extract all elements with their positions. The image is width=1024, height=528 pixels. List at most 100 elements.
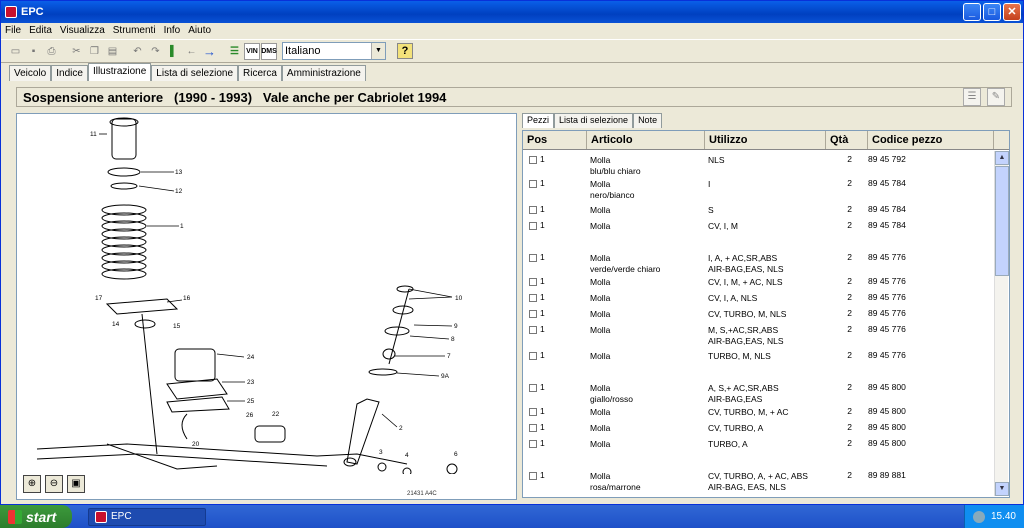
callout-25[interactable]: 25 bbox=[247, 398, 255, 405]
table-row[interactable]: 1 Molla rosa/marrone CV, TURBO, A, + AC, AB… bbox=[523, 469, 994, 492]
col-pos[interactable]: Pos bbox=[523, 131, 587, 149]
marker-icon[interactable]: ▌ bbox=[165, 43, 182, 60]
row-checkbox[interactable] bbox=[529, 294, 537, 302]
scroll-thumb[interactable] bbox=[995, 166, 1009, 276]
paste-icon[interactable]: ▤ bbox=[104, 43, 121, 60]
fit-page-icon[interactable]: ▣ bbox=[67, 475, 85, 493]
callout-17[interactable]: 17 bbox=[95, 295, 103, 302]
edit-note-icon[interactable]: ✎ bbox=[987, 88, 1005, 106]
chevron-down-icon[interactable]: ▼ bbox=[371, 43, 385, 59]
tab-amministrazione[interactable]: Amministrazione bbox=[281, 65, 366, 81]
row-checkbox[interactable] bbox=[529, 424, 537, 432]
callout-14[interactable]: 14 bbox=[112, 321, 120, 328]
menu-info[interactable]: Info bbox=[164, 25, 181, 36]
undo-icon[interactable]: ↶ bbox=[129, 43, 146, 60]
taskbar-item-epc[interactable]: EPC bbox=[88, 507, 206, 526]
menu-aiuto[interactable]: Aiuto bbox=[188, 25, 211, 36]
row-checkbox[interactable] bbox=[529, 180, 537, 188]
zoom-in-icon[interactable]: ⊕ bbox=[23, 475, 41, 493]
callout-26[interactable]: 26 bbox=[246, 412, 254, 419]
col-qta[interactable]: Qtà bbox=[826, 131, 868, 149]
callout-12[interactable]: 12 bbox=[175, 188, 183, 195]
menu-visualizza[interactable]: Visualizza bbox=[60, 25, 105, 36]
tab-indice[interactable]: Indice bbox=[51, 65, 88, 81]
callout-24[interactable]: 24 bbox=[247, 354, 255, 361]
tab-pezzi[interactable]: Pezzi bbox=[522, 113, 555, 128]
forward-arrow-icon[interactable]: → bbox=[201, 43, 218, 60]
table-row[interactable]: 1 Molla TURBO, M, NLS 2 89 45 776 bbox=[523, 349, 994, 362]
list-add-icon[interactable]: ☰ bbox=[963, 88, 981, 106]
callout-16[interactable]: 16 bbox=[183, 295, 191, 302]
table-row[interactable]: 1 Molla nero/bianco I 2 89 45 784 bbox=[523, 177, 994, 200]
cut-icon[interactable]: ✂ bbox=[68, 43, 85, 60]
open-icon[interactable]: ▭ bbox=[7, 43, 24, 60]
print-icon[interactable]: ⎙ bbox=[43, 43, 60, 60]
table-row[interactable]: 1 Molla verde/verde chiaro I, A, + AC,SR,AB… bbox=[523, 251, 994, 274]
tab-lista-selezione[interactable]: Lista di selezione bbox=[554, 113, 634, 128]
table-row[interactable]: 1 Molla M, S,+AC,SR,ABS AIR-BAG,EAS, NLS 2 89… bbox=[523, 323, 994, 346]
callout-10[interactable]: 10 bbox=[455, 295, 463, 302]
start-button[interactable]: start bbox=[0, 505, 72, 528]
row-checkbox[interactable] bbox=[529, 326, 537, 334]
help-button[interactable]: ? bbox=[397, 43, 413, 59]
table-row[interactable]: 1 Molla CV, I, M 2 89 45 784 bbox=[523, 219, 994, 232]
redo-icon[interactable]: ↷ bbox=[147, 43, 164, 60]
table-row[interactable]: 1 Molla giallo/rosso A, S,+ AC,SR,ABS AIR-BA… bbox=[523, 381, 994, 404]
callout-9a[interactable]: 9A bbox=[441, 373, 450, 380]
tab-lista-di-selezione[interactable]: Lista di selezione bbox=[151, 65, 239, 81]
row-checkbox[interactable] bbox=[529, 408, 537, 416]
callout-4[interactable]: 4 bbox=[405, 452, 409, 459]
callout-1[interactable]: 1 bbox=[180, 223, 184, 230]
dms-button[interactable]: DMS bbox=[261, 42, 277, 60]
table-row[interactable]: 1 Molla S 2 89 45 784 bbox=[523, 203, 994, 216]
vertical-scrollbar[interactable]: ▲ ▼ bbox=[994, 151, 1009, 496]
callout-13[interactable]: 13 bbox=[175, 169, 183, 176]
title-bar[interactable]: EPC _ □ ✕ bbox=[1, 1, 1023, 23]
callout-20[interactable]: 20 bbox=[192, 441, 200, 448]
scroll-down-icon[interactable]: ▼ bbox=[995, 482, 1009, 496]
callout-2[interactable]: 2 bbox=[399, 425, 403, 432]
callout-7[interactable]: 7 bbox=[447, 353, 451, 360]
table-row[interactable]: 1 Molla blu/blu chiaro NLS 2 89 45 792 bbox=[523, 153, 994, 176]
back-arrow-icon[interactable]: ← bbox=[183, 43, 200, 60]
table-row[interactable]: 1 Molla CV, I, A, NLS 2 89 45 776 bbox=[523, 291, 994, 304]
table-row[interactable]: 1 Molla CV, I, M, + AC, NLS 2 89 45 776 bbox=[523, 275, 994, 288]
table-row[interactable]: 1 Molla CV, TURBO, M, NLS 2 89 45 776 bbox=[523, 307, 994, 320]
tab-note[interactable]: Note bbox=[633, 113, 663, 128]
save-icon[interactable]: ▪ bbox=[25, 43, 42, 60]
language-select[interactable]: Italiano ▼ bbox=[282, 42, 386, 60]
row-checkbox[interactable] bbox=[529, 440, 537, 448]
row-checkbox[interactable] bbox=[529, 384, 537, 392]
maximize-button[interactable]: □ bbox=[983, 3, 1001, 21]
row-checkbox[interactable] bbox=[529, 352, 537, 360]
tab-illustrazione[interactable]: Illustrazione bbox=[87, 63, 152, 81]
scroll-up-icon[interactable]: ▲ bbox=[995, 151, 1009, 165]
row-checkbox[interactable] bbox=[529, 310, 537, 318]
callout-15[interactable]: 15 bbox=[173, 323, 181, 330]
tab-veicolo[interactable]: Veicolo bbox=[9, 65, 52, 81]
zoom-out-icon[interactable]: ⊖ bbox=[45, 475, 63, 493]
row-checkbox[interactable] bbox=[529, 222, 537, 230]
row-checkbox[interactable] bbox=[529, 278, 537, 286]
minimize-button[interactable]: _ bbox=[963, 3, 981, 21]
list-icon[interactable]: ☰ bbox=[226, 43, 243, 60]
callout-9[interactable]: 9 bbox=[454, 323, 458, 330]
row-checkbox[interactable] bbox=[529, 472, 537, 480]
tab-ricerca[interactable]: Ricerca bbox=[238, 65, 282, 81]
menu-strumenti[interactable]: Strumenti bbox=[113, 25, 156, 36]
vin-button[interactable]: VIN bbox=[244, 42, 260, 60]
network-icon[interactable] bbox=[972, 510, 985, 523]
table-row[interactable]: 1 Molla CV, TURBO, M, + AC 2 89 45 800 bbox=[523, 405, 994, 418]
col-articolo[interactable]: Articolo bbox=[587, 131, 705, 149]
row-checkbox[interactable] bbox=[529, 254, 537, 262]
callout-3[interactable]: 3 bbox=[379, 449, 383, 456]
callout-23[interactable]: 23 bbox=[247, 379, 255, 386]
close-button[interactable]: ✕ bbox=[1003, 3, 1021, 21]
callout-6[interactable]: 6 bbox=[454, 451, 458, 458]
row-checkbox[interactable] bbox=[529, 156, 537, 164]
callout-22[interactable]: 22 bbox=[272, 411, 280, 418]
callout-11[interactable]: 11 bbox=[90, 131, 97, 138]
menu-edita[interactable]: Edita bbox=[29, 25, 52, 36]
table-row[interactable]: 1 Molla CV, TURBO, A 2 89 45 800 bbox=[523, 421, 994, 434]
copy-icon[interactable]: ❐ bbox=[86, 43, 103, 60]
